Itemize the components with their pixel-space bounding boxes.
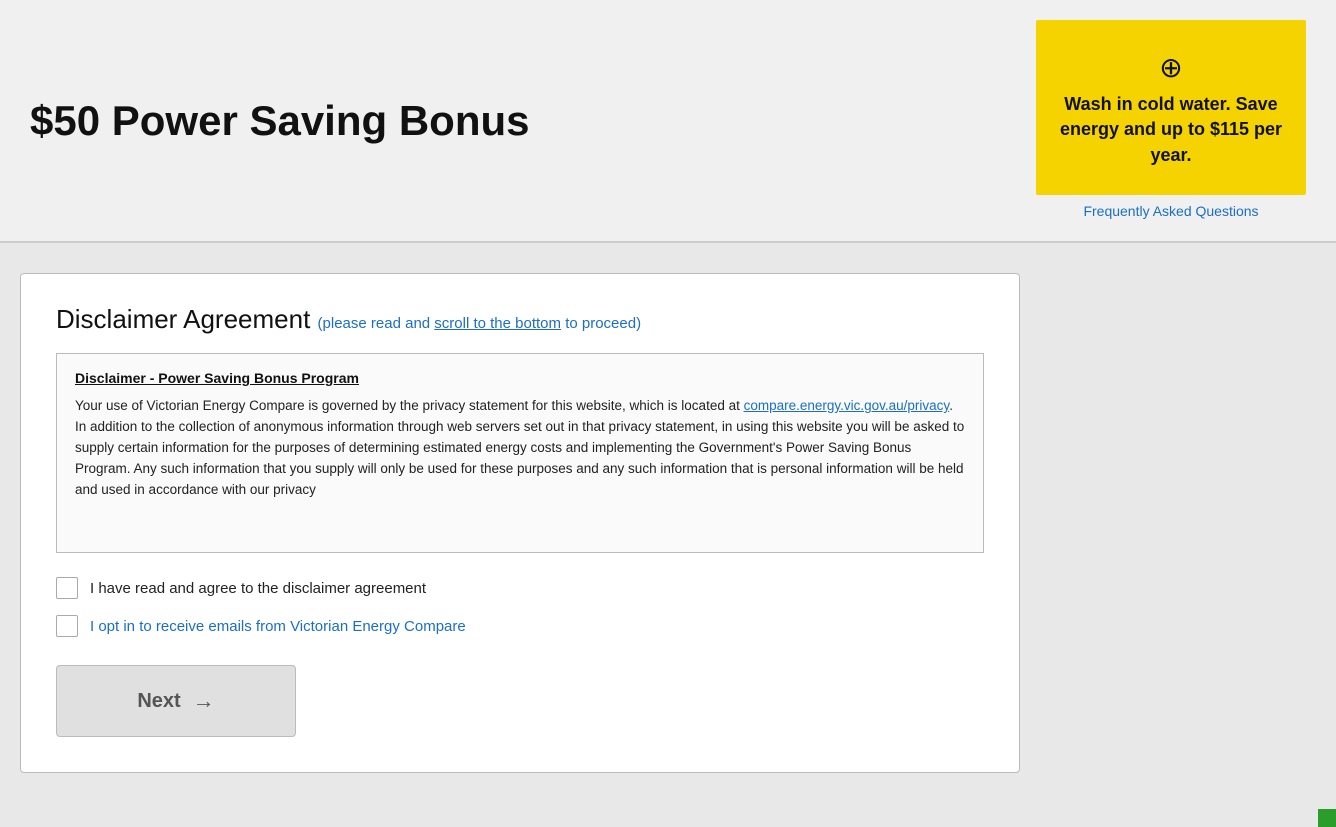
disclaimer-box: Disclaimer - Power Saving Bonus Program …	[56, 353, 984, 553]
green-indicator	[1318, 809, 1336, 827]
disclaimer-body: Your use of Victorian Energy Compare is …	[75, 396, 965, 501]
agree-label: I have read and agree to the disclaimer …	[90, 580, 426, 597]
section-title: Disclaimer Agreement (please read and sc…	[56, 304, 984, 335]
optin-label: I opt in to receive emails from Victoria…	[90, 618, 466, 635]
next-button[interactable]: Next →	[56, 665, 296, 737]
faq-link-wrapper: Frequently Asked Questions	[1083, 195, 1258, 221]
note-prefix: (please read and	[318, 315, 435, 332]
disclaimer-scroll[interactable]: Disclaimer - Power Saving Bonus Program …	[57, 354, 983, 552]
privacy-link[interactable]: compare.energy.vic.gov.au/privacy	[744, 398, 950, 413]
form-card: Disclaimer Agreement (please read and sc…	[20, 273, 1020, 773]
next-button-label: Next	[137, 690, 180, 713]
optin-checkbox-item[interactable]: I opt in to receive emails from Victoria…	[56, 615, 984, 637]
agree-checkbox-item[interactable]: I have read and agree to the disclaimer …	[56, 577, 984, 599]
plus-circle-icon: ⊕	[1159, 51, 1182, 84]
tip-text: Wash in cold water. Save energy and up t…	[1056, 92, 1286, 168]
scroll-link[interactable]: scroll to the bottom	[434, 315, 561, 332]
optin-checkbox[interactable]	[56, 615, 78, 637]
page-title: $50 Power Saving Bonus	[30, 97, 1036, 145]
section-note: (please read and scroll to the bottom to…	[318, 315, 642, 332]
faq-link[interactable]: Frequently Asked Questions	[1083, 203, 1258, 219]
tip-card: ⊕ Wash in cold water. Save energy and up…	[1036, 20, 1306, 195]
disclaimer-title: Disclaimer - Power Saving Bonus Program	[75, 370, 965, 386]
checkbox-group: I have read and agree to the disclaimer …	[56, 577, 984, 637]
section-title-text: Disclaimer Agreement	[56, 304, 310, 334]
arrow-right-icon: →	[193, 688, 215, 714]
main-content: Disclaimer Agreement (please read and sc…	[0, 243, 1040, 803]
note-suffix: to proceed)	[561, 315, 641, 332]
agree-checkbox[interactable]	[56, 577, 78, 599]
header-banner: $50 Power Saving Bonus ⊕ Wash in cold wa…	[0, 0, 1336, 243]
